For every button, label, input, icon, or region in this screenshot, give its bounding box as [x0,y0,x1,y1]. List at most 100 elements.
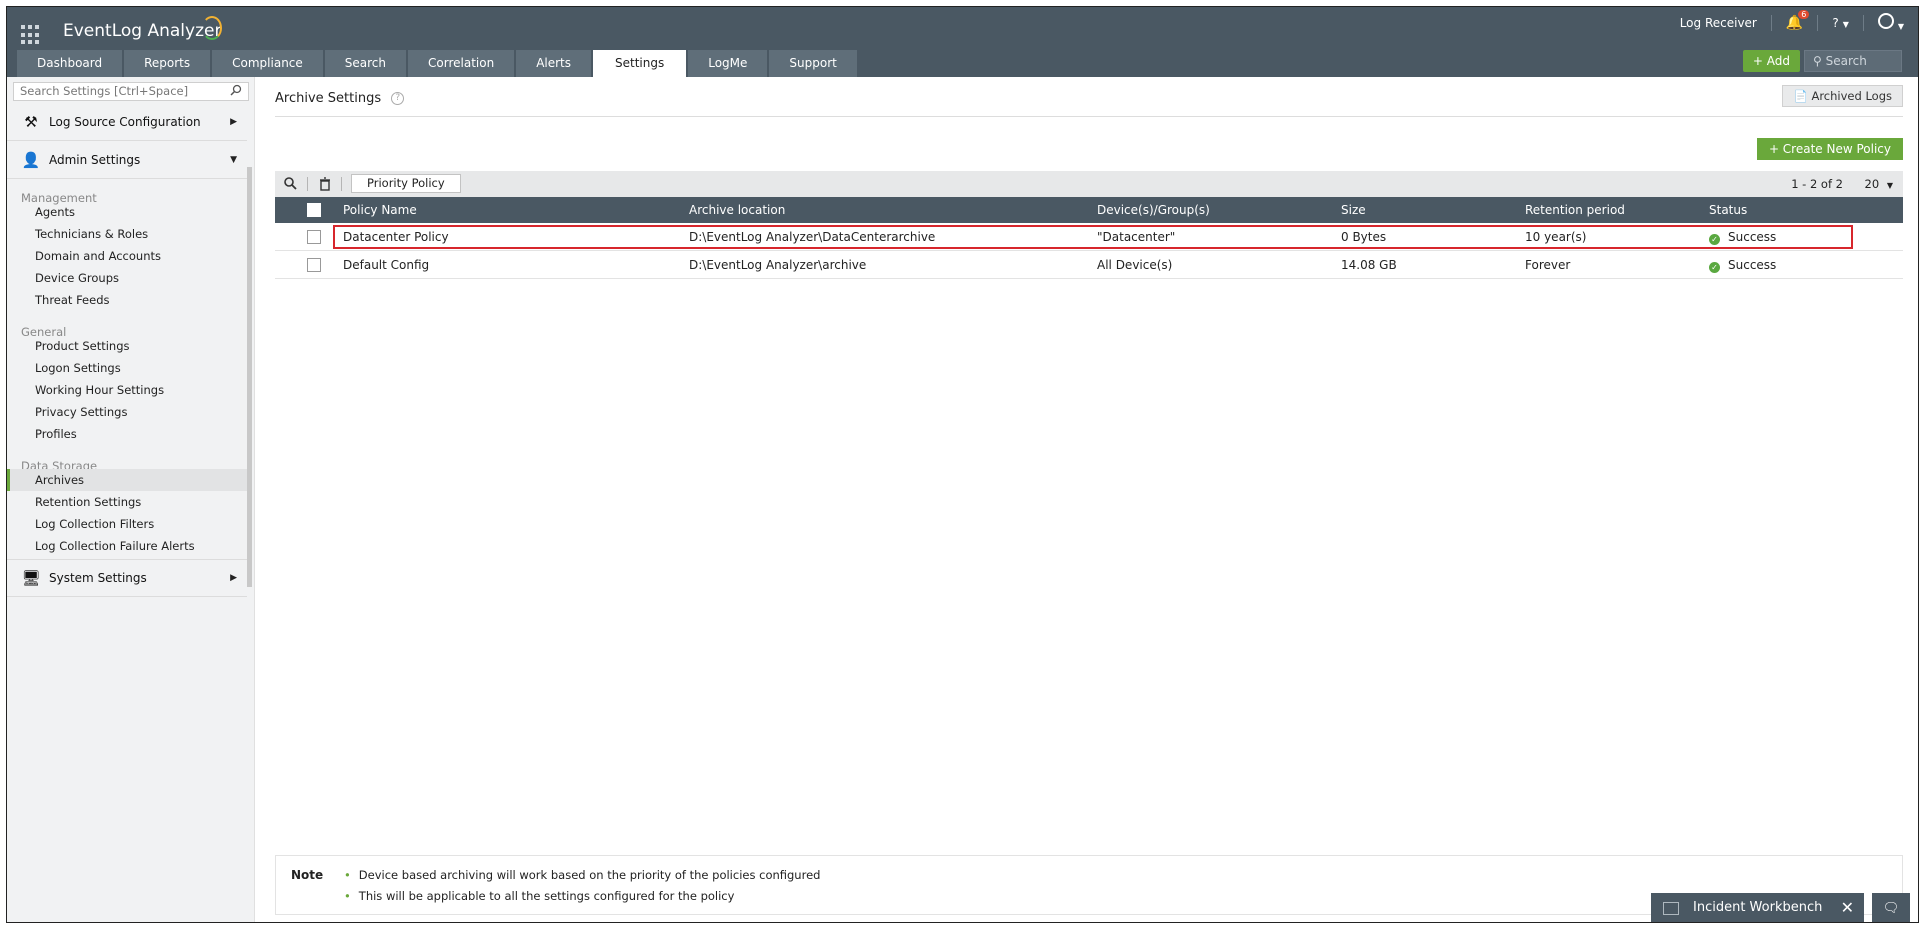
settings-search-input[interactable]: Search Settings [Ctrl+Space] [13,82,249,101]
archived-logs-button[interactable]: 📄 Archived Logs [1782,85,1903,107]
devices: All Device(s) [1097,258,1173,272]
document-icon: 📄 [1793,89,1812,103]
status-label: Success [1728,230,1777,244]
sidebar-group-system[interactable]: 🖥 System Settings ▶ [7,559,247,597]
settings-search-placeholder: Search Settings [Ctrl+Space] [20,84,189,98]
notification-bell-icon[interactable]: 🔔 6 [1786,9,1810,31]
log-receiver-link[interactable]: Log Receiver [1680,16,1757,30]
incident-workbench-bar[interactable]: Incident Workbench ✕ [1651,893,1864,922]
tab-support[interactable]: Support [769,50,857,77]
policy-name[interactable]: Default Config [343,258,429,272]
help-icon[interactable]: ? [391,92,405,105]
trash-icon[interactable] [317,176,333,192]
sidebar-item-technicians[interactable]: Technicians & Roles [7,223,247,245]
sidebar-item-collection-filters[interactable]: Log Collection Filters [7,513,247,535]
page-title: Archive Settings ? [275,91,405,106]
divider [1770,14,1772,31]
page-title-text: Archive Settings [275,91,382,106]
col-devices[interactable]: Device(s)/Group(s) [1097,203,1210,217]
help-icon: ? [1832,15,1839,30]
divider [307,177,308,191]
divider [341,177,342,191]
sidebar-item-threat-feeds[interactable]: Threat Feeds [7,289,247,311]
archived-logs-label: Archived Logs [1811,89,1892,103]
sidebar-item-retention[interactable]: Retention Settings [7,491,247,513]
close-icon[interactable]: ✕ [1841,898,1854,917]
priority-policy-button[interactable]: Priority Policy [351,174,461,193]
sidebar-item-archives[interactable]: Archives [7,469,247,491]
sidebar-group-log-source[interactable]: ⚒ Log Source Configuration ▶ [7,103,247,141]
create-policy-button[interactable]: + Create New Policy [1756,138,1903,160]
archive-location: D:\EventLog Analyzer\archive [689,258,867,272]
chevron-right-icon: ▶ [230,116,237,127]
sidebar-group-admin[interactable]: 👤 Admin Settings ▼ [7,141,247,179]
user-avatar-icon [1877,13,1894,29]
tab-settings[interactable]: Settings [593,50,687,77]
chevron-down-icon: ▼ [1886,181,1893,190]
app-window: EventLog Analyzer Log Receiver 🔔 6 ? ▼ ▼ D… [6,6,1919,923]
app-logo: EventLog Analyzer [63,21,222,41]
sidebar-item-privacy[interactable]: Privacy Settings [7,401,247,423]
col-retention[interactable]: Retention period [1525,203,1625,217]
sidebar-item-agents[interactable]: Agents [7,201,247,223]
search-icon[interactable] [283,176,299,192]
tab-alerts[interactable]: Alerts [516,50,592,77]
tab-dashboard[interactable]: Dashboard [17,50,123,77]
col-archive-location[interactable]: Archive location [689,203,785,217]
search-icon: ⚲ [1813,54,1826,68]
archive-location: D:\EventLog Analyzer\DataCenterarchive [689,230,936,244]
row-checkbox[interactable] [307,230,321,244]
sidebar-scrollbar[interactable] [247,167,252,587]
global-search-input[interactable]: ⚲ Search [1804,50,1902,72]
size: 0 Bytes [1341,230,1387,244]
note-list: Device based archiving will work based o… [344,868,821,910]
select-all-checkbox[interactable] [307,203,321,217]
note-item: Device based archiving will work based o… [344,868,821,882]
help-menu[interactable]: ? ▼ [1832,16,1849,30]
sidebar-item-profiles[interactable]: Profiles [7,423,247,445]
table-row[interactable]: Default Config D:\EventLog Analyzer\arch… [275,251,1903,279]
note-item: This will be applicable to all the setti… [344,889,820,903]
per-page-select[interactable]: 20 ▼ [1865,177,1893,191]
search-icon[interactable] [230,84,242,96]
tab-search[interactable]: Search [324,50,407,77]
col-size[interactable]: Size [1341,203,1366,217]
policy-name[interactable]: Datacenter Policy [343,230,449,244]
main-nav-tabs: Dashboard Reports Compliance Search Corr… [17,50,857,77]
tools-icon: ⚒ [24,112,38,131]
chat-icon[interactable]: 🗨 [1872,893,1910,922]
sidebar-item-logon[interactable]: Logon Settings [7,357,247,379]
add-button[interactable]: + Add [1742,50,1800,72]
notification-count: 6 [1798,9,1810,19]
tab-compliance[interactable]: Compliance [212,50,323,77]
settings-sidebar: Search Settings [Ctrl+Space] ⚒ Log Sourc… [7,77,255,922]
group-label: Log Source Configuration [49,114,201,129]
chevron-right-icon: ▶ [230,573,237,583]
sidebar-item-failure-alerts[interactable]: Log Collection Failure Alerts [7,535,247,557]
table-row[interactable]: Datacenter Policy D:\EventLog Analyzer\D… [275,223,1903,251]
user-menu[interactable]: ▼ [1877,13,1904,32]
status-label: Success [1728,258,1777,272]
sidebar-item-working-hour[interactable]: Working Hour Settings [7,379,247,401]
group-label: System Settings [49,571,147,585]
chevron-down-icon: ▼ [1897,22,1904,31]
retention: Forever [1525,258,1571,272]
col-status[interactable]: Status [1709,203,1747,217]
sidebar-item-device-groups[interactable]: Device Groups [7,267,247,289]
search-placeholder: Search [1825,54,1867,68]
sidebar-item-domain[interactable]: Domain and Accounts [7,245,247,267]
header-actions: Log Receiver 🔔 6 ? ▼ ▼ [1680,9,1904,32]
note-label: Note [291,868,324,882]
top-header: EventLog Analyzer Log Receiver 🔔 6 ? ▼ ▼ D… [7,7,1918,77]
tab-reports[interactable]: Reports [124,50,211,77]
sidebar-item-product[interactable]: Product Settings [7,335,247,357]
workbench-icon [1663,902,1679,915]
col-policy-name[interactable]: Policy Name [343,203,417,217]
tab-correlation[interactable]: Correlation [408,50,515,77]
status: ✓ Success [1709,258,1776,273]
tab-logme[interactable]: LogMe [688,50,768,77]
row-checkbox[interactable] [307,258,321,272]
success-check-icon: ✓ [1709,234,1720,245]
apps-grid-icon[interactable] [21,25,41,45]
table-header: Policy Name Archive location Device(s)/G… [275,197,1903,223]
